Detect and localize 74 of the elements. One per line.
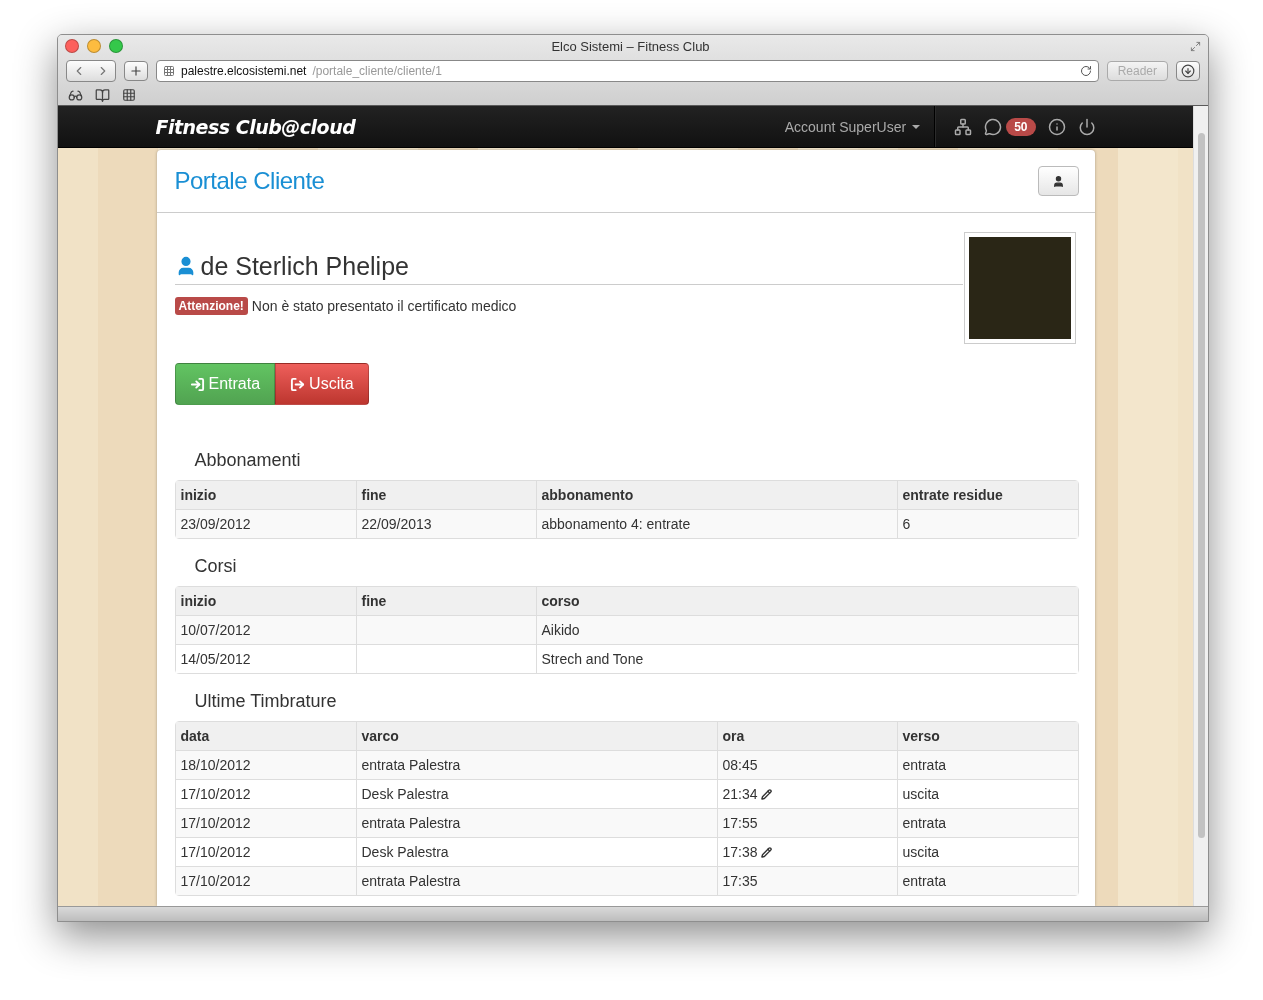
new-tab-button[interactable] [124,61,148,81]
table-cell: 14/05/2012 [175,644,356,673]
url-domain: palestre.elcosistemi.net [181,64,307,78]
table-cell: 6 [896,509,1078,538]
table-cell: 21:34 [722,786,758,802]
column-header: ora [716,722,897,750]
logout-icon [290,376,306,392]
column-header: entrate residue [896,481,1078,509]
column-header: inizio [175,481,356,509]
account-menu[interactable]: Account SuperUser [770,106,936,147]
download-icon [1181,64,1195,78]
window-title: Elco Sistemi – Fitness Club [551,38,710,54]
table-cell: 17:55 [722,815,758,831]
page-icon [163,65,175,77]
plus-icon [129,64,143,78]
table-cell: 22/09/2013 [355,509,536,538]
power-icon[interactable] [1077,117,1096,136]
message-count-badge: 50 [1006,117,1036,136]
table-cell: 18/10/2012 [175,750,356,779]
url-path: /portale_cliente/cliente/1 [312,64,443,78]
table-cell: entrata [896,808,1078,837]
brand-logo[interactable]: Fitness Club@cloud [155,115,771,138]
table-cell: Desk Palestra [355,837,717,866]
table-cell: entrata Palestra [355,866,717,895]
table-cell: 17:35 [722,873,758,889]
close-button[interactable] [65,39,79,53]
section-title: Abbonamenti [193,449,302,472]
table-cell: 17/10/2012 [175,866,356,895]
login-icon [189,376,205,392]
user-button[interactable] [1037,166,1079,196]
table-cell: Strech and Tone [535,644,1078,673]
table-cell: 23/09/2012 [175,509,356,538]
warning-label: Attenzione! [174,297,248,315]
client-name: de Sterlich Phelipe [200,251,409,281]
table-cell: 08:45 [722,757,758,773]
column-header: fine [355,587,536,615]
zoom-button[interactable] [109,39,123,53]
fullscreen-icon[interactable] [1190,40,1201,52]
table-cell: uscita [896,837,1078,866]
reload-icon[interactable] [1079,65,1092,77]
column-header: varco [355,722,717,750]
bookmarks-icon[interactable] [95,87,110,103]
table-cell: entrata [896,750,1078,779]
pencil-icon[interactable] [760,788,772,800]
address-bar[interactable]: palestre.elcosistemi.net /portale_cliente/cliente/1 [156,60,1099,82]
section-title: Corsi [193,555,238,578]
table-cell: entrata Palestra [355,750,717,779]
pencil-icon[interactable] [760,846,772,858]
section-title: Ultime Timbrature [193,690,338,713]
table-cell: entrata Palestra [355,808,717,837]
scrollbar-thumb[interactable] [1197,133,1205,838]
column-header: inizio [175,587,356,615]
table-cell: abbonamento 4: entrate [535,509,897,538]
column-header: verso [896,722,1078,750]
column-header: data [175,722,356,750]
table-cell: Aikido [535,615,1078,644]
top-sites-icon[interactable] [122,88,136,102]
warning-text: Non è stato presentato il certificato medico [251,298,517,314]
table-cell: 17:38 [722,844,758,860]
column-header: abbonamento [535,481,897,509]
column-header: fine [355,481,536,509]
table-cell: entrata [896,866,1078,895]
table-cell: Desk Palestra [355,779,717,808]
page-title: Portale Cliente [174,167,325,195]
column-header: corso [535,587,1078,615]
exit-button[interactable]: Uscita [275,363,369,405]
user-icon [1051,174,1065,188]
chat-icon[interactable] [984,117,1003,136]
info-icon[interactable] [1047,117,1066,136]
table-cell: 10/07/2012 [175,615,356,644]
sitemap-icon[interactable] [954,117,973,136]
table-cell: uscita [896,779,1078,808]
table-cell: 17/10/2012 [175,808,356,837]
downloads-button[interactable] [1176,61,1200,81]
